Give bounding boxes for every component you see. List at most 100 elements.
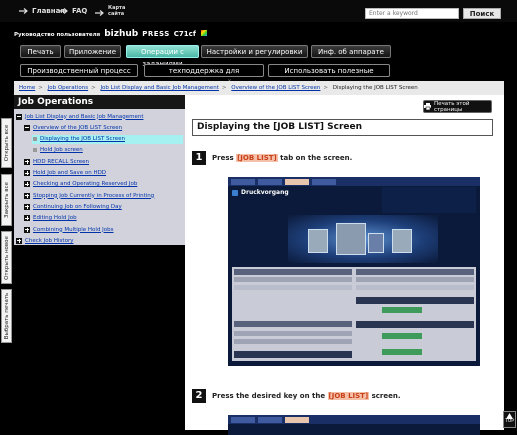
step-1: 1 Press [JOB LIST] tab on the screen. [192, 151, 352, 165]
bullet-icon[interactable] [33, 148, 37, 153]
device-tab [231, 178, 255, 185]
tree-item-label[interactable]: Continuing Job on Following Day [33, 204, 122, 210]
machine-unit [368, 233, 384, 253]
tree-item[interactable]: Stopping Job Currently in Process of Pri… [24, 191, 154, 200]
print-page-label: Печать этой страницы [433, 100, 470, 113]
grid-row [234, 339, 352, 344]
grid-row [234, 331, 352, 336]
device-screen-title: Druckvorgang [232, 189, 289, 196]
expand-icon[interactable] [24, 215, 30, 222]
nav-settings[interactable]: Настройки и регулировки [201, 45, 308, 58]
device-title-text: Druckvorgang [241, 189, 289, 196]
print-page-button[interactable]: Печать этой страницы [423, 100, 492, 113]
side-tab-select-print[interactable]: Выбрать печать [1, 289, 12, 343]
sitemap-link[interactable]: Карта сайта [95, 5, 125, 17]
grid-selected-key [382, 333, 422, 339]
nav-machine-info[interactable]: Инф. об аппарате [311, 45, 391, 58]
side-tab-label: Открыть все [3, 124, 10, 162]
tree-item-label[interactable]: Hold Job and Save on HDD [33, 170, 106, 176]
step-text-post: screen. [369, 392, 401, 400]
search-input[interactable] [365, 8, 459, 19]
collapse-icon[interactable] [16, 113, 22, 120]
bullet-icon[interactable] [33, 137, 37, 142]
grid-header [356, 269, 474, 275]
tree-item-label[interactable]: Stopping Job Currently in Process of Pri… [33, 193, 154, 199]
side-tab-label: Открыть новое [3, 235, 10, 280]
printer-icon [424, 103, 431, 110]
info-icon [232, 189, 238, 196]
brand-prefix: Руководство пользователя [14, 32, 101, 38]
tree-item-label[interactable]: Overview of the JOB LIST Screen [33, 125, 122, 131]
nav-useful-functions[interactable]: Использовать полезные функции [268, 64, 390, 87]
breadcrumb: Home > Job Operations > Job List Display a… [14, 81, 504, 95]
grid-row [356, 277, 474, 282]
nav-user-support[interactable]: техподдержка для пользователей [144, 64, 264, 87]
tree-item[interactable]: Check Job History [16, 236, 73, 245]
tree-item-label[interactable]: Check Job History [25, 238, 73, 244]
tree-item[interactable]: Overview of the JOB LIST Screen [24, 123, 122, 132]
step-2: 2 Press the desired key on the [JOB LIST… [192, 389, 401, 403]
tree-item-label[interactable]: Checking and Operating Reserved Job [33, 181, 137, 187]
main-content: Печать этой страницы Displaying the [JOB… [185, 95, 504, 435]
tree-item[interactable]: Hold Job screen [32, 146, 83, 155]
tree-item[interactable]: Combining Multiple Hold Jobs [24, 225, 114, 234]
tree-item[interactable]: Editing Hold Job [24, 214, 77, 223]
home-link[interactable]: Главная [19, 7, 65, 15]
grid-selected-key [382, 307, 422, 313]
collapse-icon[interactable] [24, 124, 30, 131]
tree-item-label[interactable]: Hold Job screen [40, 147, 83, 153]
grid-row [234, 277, 352, 282]
page-title: Displaying the [JOB LIST] Screen [192, 119, 493, 136]
tree-item-label[interactable]: Combining Multiple Hold Jobs [33, 227, 114, 233]
breadcrumb-job-operations[interactable]: Job Operations [48, 85, 88, 91]
breadcrumb-job-list-display[interactable]: Job List Display and Basic Job Managemen… [100, 85, 218, 91]
machine-unit [308, 229, 328, 253]
tree-item[interactable]: Hold Job and Save on HDD [24, 169, 106, 178]
sitemap-label-2: сайта [108, 11, 125, 17]
expand-icon[interactable] [16, 237, 22, 244]
nav-application[interactable]: Приложение [64, 45, 121, 58]
tree-item[interactable]: HDD RECALL Screen [24, 157, 89, 166]
arrow-right-icon [19, 8, 28, 14]
nav-production-process[interactable]: Производственный процесс [20, 64, 138, 77]
search-button[interactable]: Поиск [463, 8, 501, 19]
expand-icon[interactable] [24, 181, 30, 188]
breadcrumb-separator: > [323, 85, 329, 91]
faq-link[interactable]: FAQ [59, 7, 87, 15]
device-info-box [382, 187, 476, 213]
tree-item-label[interactable]: Displaying the JOB LIST Screen [40, 136, 125, 142]
tree-item-label[interactable]: Editing Hold Job [33, 215, 77, 221]
faq-label: FAQ [72, 7, 88, 15]
brand-press: PRESS [142, 30, 170, 38]
device-screen-image-2 [228, 415, 480, 435]
grid-row [234, 285, 352, 290]
expand-icon[interactable] [24, 226, 30, 233]
brand-name: bizhub [104, 29, 139, 39]
tree-item-label[interactable]: Job List Display and Basic Job Managemen… [25, 114, 143, 120]
expand-icon[interactable] [24, 158, 30, 165]
device-machine-illustration [288, 215, 438, 263]
grid-header [234, 269, 352, 275]
nav-print[interactable]: Печать [20, 45, 61, 58]
breadcrumb-overview[interactable]: Overview of the JOB LIST Screen [231, 85, 320, 91]
tree-item[interactable]: Continuing Job on Following Day [24, 202, 122, 211]
grid-selected-key [382, 349, 422, 355]
brand-model: C71cf [173, 30, 196, 38]
tree-item[interactable]: Displaying the JOB LIST Screen [32, 134, 183, 144]
tree-item[interactable]: Job List Display and Basic Job Managemen… [16, 112, 143, 121]
breadcrumb-separator: > [91, 85, 96, 91]
tree-item[interactable]: Checking and Operating Reserved Job [24, 180, 137, 189]
side-tab-close-all[interactable]: Закрыть все [1, 174, 12, 226]
device-tab [258, 417, 282, 423]
step-text-pre: Press [212, 154, 237, 162]
tree-item-label[interactable]: HDD RECALL Screen [33, 159, 89, 165]
nav-job-operations[interactable]: Операции с заданиями [126, 45, 199, 68]
breadcrumb-home[interactable]: Home [19, 85, 35, 91]
step-text: Press the desired key on the [JOB LIST] … [212, 392, 401, 400]
expand-icon[interactable] [24, 170, 30, 176]
expand-icon[interactable] [24, 192, 30, 199]
expand-icon[interactable] [24, 203, 30, 210]
back-to-top-button[interactable]: TOP [503, 411, 516, 428]
side-tab-open-all[interactable]: Открыть все [1, 118, 12, 168]
side-tab-open-new[interactable]: Открыть новое [1, 231, 12, 284]
